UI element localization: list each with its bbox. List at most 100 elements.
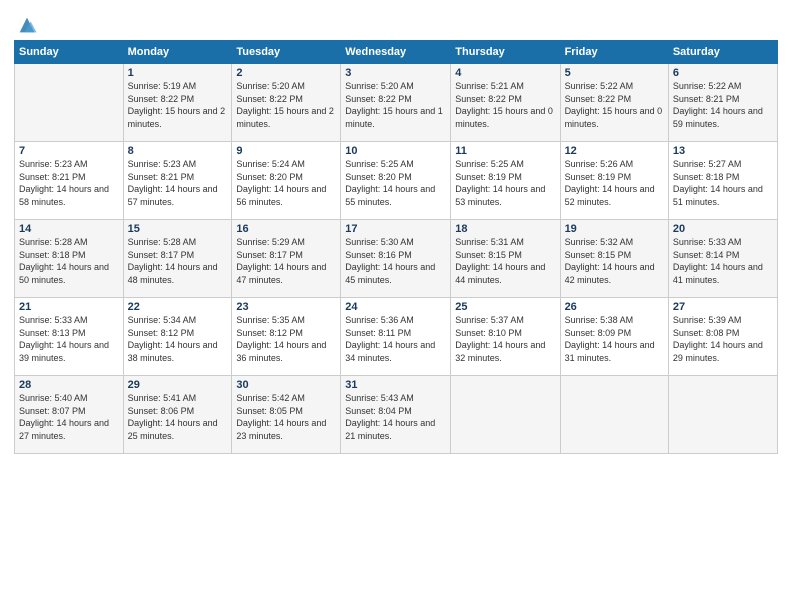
day-number: 6 (673, 67, 773, 79)
weekday-header: Saturday (668, 41, 777, 64)
day-info: Sunrise: 5:19 AMSunset: 8:22 PMDaylight:… (128, 80, 228, 130)
day-number: 10 (345, 145, 446, 157)
calendar-cell: 12Sunrise: 5:26 AMSunset: 8:19 PMDayligh… (560, 142, 668, 220)
calendar-cell: 8Sunrise: 5:23 AMSunset: 8:21 PMDaylight… (123, 142, 232, 220)
day-info: Sunrise: 5:28 AMSunset: 8:17 PMDaylight:… (128, 236, 228, 286)
calendar-cell: 15Sunrise: 5:28 AMSunset: 8:17 PMDayligh… (123, 220, 232, 298)
calendar-cell: 26Sunrise: 5:38 AMSunset: 8:09 PMDayligh… (560, 298, 668, 376)
calendar-cell: 22Sunrise: 5:34 AMSunset: 8:12 PMDayligh… (123, 298, 232, 376)
calendar-cell: 4Sunrise: 5:21 AMSunset: 8:22 PMDaylight… (451, 64, 560, 142)
day-number: 21 (19, 301, 119, 313)
calendar-cell: 2Sunrise: 5:20 AMSunset: 8:22 PMDaylight… (232, 64, 341, 142)
calendar-cell: 16Sunrise: 5:29 AMSunset: 8:17 PMDayligh… (232, 220, 341, 298)
day-number: 29 (128, 379, 228, 391)
day-info: Sunrise: 5:39 AMSunset: 8:08 PMDaylight:… (673, 314, 773, 364)
day-info: Sunrise: 5:23 AMSunset: 8:21 PMDaylight:… (128, 158, 228, 208)
calendar-cell: 13Sunrise: 5:27 AMSunset: 8:18 PMDayligh… (668, 142, 777, 220)
calendar-cell: 6Sunrise: 5:22 AMSunset: 8:21 PMDaylight… (668, 64, 777, 142)
day-info: Sunrise: 5:33 AMSunset: 8:14 PMDaylight:… (673, 236, 773, 286)
day-number: 17 (345, 223, 446, 235)
weekday-header-row: SundayMondayTuesdayWednesdayThursdayFrid… (15, 41, 778, 64)
calendar-week-row: 14Sunrise: 5:28 AMSunset: 8:18 PMDayligh… (15, 220, 778, 298)
day-info: Sunrise: 5:20 AMSunset: 8:22 PMDaylight:… (236, 80, 336, 130)
day-info: Sunrise: 5:42 AMSunset: 8:05 PMDaylight:… (236, 392, 336, 442)
calendar-cell: 28Sunrise: 5:40 AMSunset: 8:07 PMDayligh… (15, 376, 124, 454)
day-number: 28 (19, 379, 119, 391)
day-number: 23 (236, 301, 336, 313)
day-info: Sunrise: 5:36 AMSunset: 8:11 PMDaylight:… (345, 314, 446, 364)
day-number: 26 (565, 301, 664, 313)
day-info: Sunrise: 5:31 AMSunset: 8:15 PMDaylight:… (455, 236, 555, 286)
calendar-cell: 23Sunrise: 5:35 AMSunset: 8:12 PMDayligh… (232, 298, 341, 376)
calendar-week-row: 28Sunrise: 5:40 AMSunset: 8:07 PMDayligh… (15, 376, 778, 454)
weekday-header: Monday (123, 41, 232, 64)
weekday-header: Tuesday (232, 41, 341, 64)
day-number: 8 (128, 145, 228, 157)
day-info: Sunrise: 5:35 AMSunset: 8:12 PMDaylight:… (236, 314, 336, 364)
day-info: Sunrise: 5:28 AMSunset: 8:18 PMDaylight:… (19, 236, 119, 286)
day-number: 16 (236, 223, 336, 235)
day-info: Sunrise: 5:30 AMSunset: 8:16 PMDaylight:… (345, 236, 446, 286)
logo-icon (16, 14, 38, 36)
weekday-header: Friday (560, 41, 668, 64)
day-number: 3 (345, 67, 446, 79)
day-info: Sunrise: 5:24 AMSunset: 8:20 PMDaylight:… (236, 158, 336, 208)
day-info: Sunrise: 5:23 AMSunset: 8:21 PMDaylight:… (19, 158, 119, 208)
calendar-cell: 30Sunrise: 5:42 AMSunset: 8:05 PMDayligh… (232, 376, 341, 454)
day-number: 27 (673, 301, 773, 313)
day-info: Sunrise: 5:43 AMSunset: 8:04 PMDaylight:… (345, 392, 446, 442)
day-number: 24 (345, 301, 446, 313)
calendar-cell (451, 376, 560, 454)
calendar-cell (15, 64, 124, 142)
day-info: Sunrise: 5:29 AMSunset: 8:17 PMDaylight:… (236, 236, 336, 286)
day-info: Sunrise: 5:25 AMSunset: 8:19 PMDaylight:… (455, 158, 555, 208)
day-number: 25 (455, 301, 555, 313)
calendar-cell: 29Sunrise: 5:41 AMSunset: 8:06 PMDayligh… (123, 376, 232, 454)
day-number: 19 (565, 223, 664, 235)
calendar-cell: 9Sunrise: 5:24 AMSunset: 8:20 PMDaylight… (232, 142, 341, 220)
calendar-cell: 19Sunrise: 5:32 AMSunset: 8:15 PMDayligh… (560, 220, 668, 298)
day-info: Sunrise: 5:21 AMSunset: 8:22 PMDaylight:… (455, 80, 555, 130)
day-info: Sunrise: 5:34 AMSunset: 8:12 PMDaylight:… (128, 314, 228, 364)
day-number: 31 (345, 379, 446, 391)
day-number: 7 (19, 145, 119, 157)
day-info: Sunrise: 5:40 AMSunset: 8:07 PMDaylight:… (19, 392, 119, 442)
day-info: Sunrise: 5:37 AMSunset: 8:10 PMDaylight:… (455, 314, 555, 364)
calendar-cell: 10Sunrise: 5:25 AMSunset: 8:20 PMDayligh… (341, 142, 451, 220)
day-number: 9 (236, 145, 336, 157)
day-info: Sunrise: 5:41 AMSunset: 8:06 PMDaylight:… (128, 392, 228, 442)
calendar-cell: 20Sunrise: 5:33 AMSunset: 8:14 PMDayligh… (668, 220, 777, 298)
weekday-header: Sunday (15, 41, 124, 64)
calendar-week-row: 1Sunrise: 5:19 AMSunset: 8:22 PMDaylight… (15, 64, 778, 142)
day-info: Sunrise: 5:38 AMSunset: 8:09 PMDaylight:… (565, 314, 664, 364)
day-number: 1 (128, 67, 228, 79)
page-container: SundayMondayTuesdayWednesdayThursdayFrid… (0, 0, 792, 462)
day-info: Sunrise: 5:22 AMSunset: 8:22 PMDaylight:… (565, 80, 664, 130)
day-info: Sunrise: 5:27 AMSunset: 8:18 PMDaylight:… (673, 158, 773, 208)
header (14, 10, 778, 36)
day-number: 11 (455, 145, 555, 157)
calendar-cell: 25Sunrise: 5:37 AMSunset: 8:10 PMDayligh… (451, 298, 560, 376)
day-number: 15 (128, 223, 228, 235)
calendar-cell: 27Sunrise: 5:39 AMSunset: 8:08 PMDayligh… (668, 298, 777, 376)
day-number: 14 (19, 223, 119, 235)
calendar-cell (560, 376, 668, 454)
weekday-header: Wednesday (341, 41, 451, 64)
calendar-week-row: 21Sunrise: 5:33 AMSunset: 8:13 PMDayligh… (15, 298, 778, 376)
day-number: 2 (236, 67, 336, 79)
day-info: Sunrise: 5:22 AMSunset: 8:21 PMDaylight:… (673, 80, 773, 130)
day-info: Sunrise: 5:32 AMSunset: 8:15 PMDaylight:… (565, 236, 664, 286)
logo (14, 14, 38, 36)
calendar-cell: 7Sunrise: 5:23 AMSunset: 8:21 PMDaylight… (15, 142, 124, 220)
day-number: 5 (565, 67, 664, 79)
calendar-cell: 21Sunrise: 5:33 AMSunset: 8:13 PMDayligh… (15, 298, 124, 376)
day-number: 18 (455, 223, 555, 235)
calendar-cell: 14Sunrise: 5:28 AMSunset: 8:18 PMDayligh… (15, 220, 124, 298)
day-number: 4 (455, 67, 555, 79)
day-info: Sunrise: 5:33 AMSunset: 8:13 PMDaylight:… (19, 314, 119, 364)
day-info: Sunrise: 5:20 AMSunset: 8:22 PMDaylight:… (345, 80, 446, 130)
calendar-cell (668, 376, 777, 454)
calendar-cell: 18Sunrise: 5:31 AMSunset: 8:15 PMDayligh… (451, 220, 560, 298)
day-number: 20 (673, 223, 773, 235)
calendar-cell: 24Sunrise: 5:36 AMSunset: 8:11 PMDayligh… (341, 298, 451, 376)
